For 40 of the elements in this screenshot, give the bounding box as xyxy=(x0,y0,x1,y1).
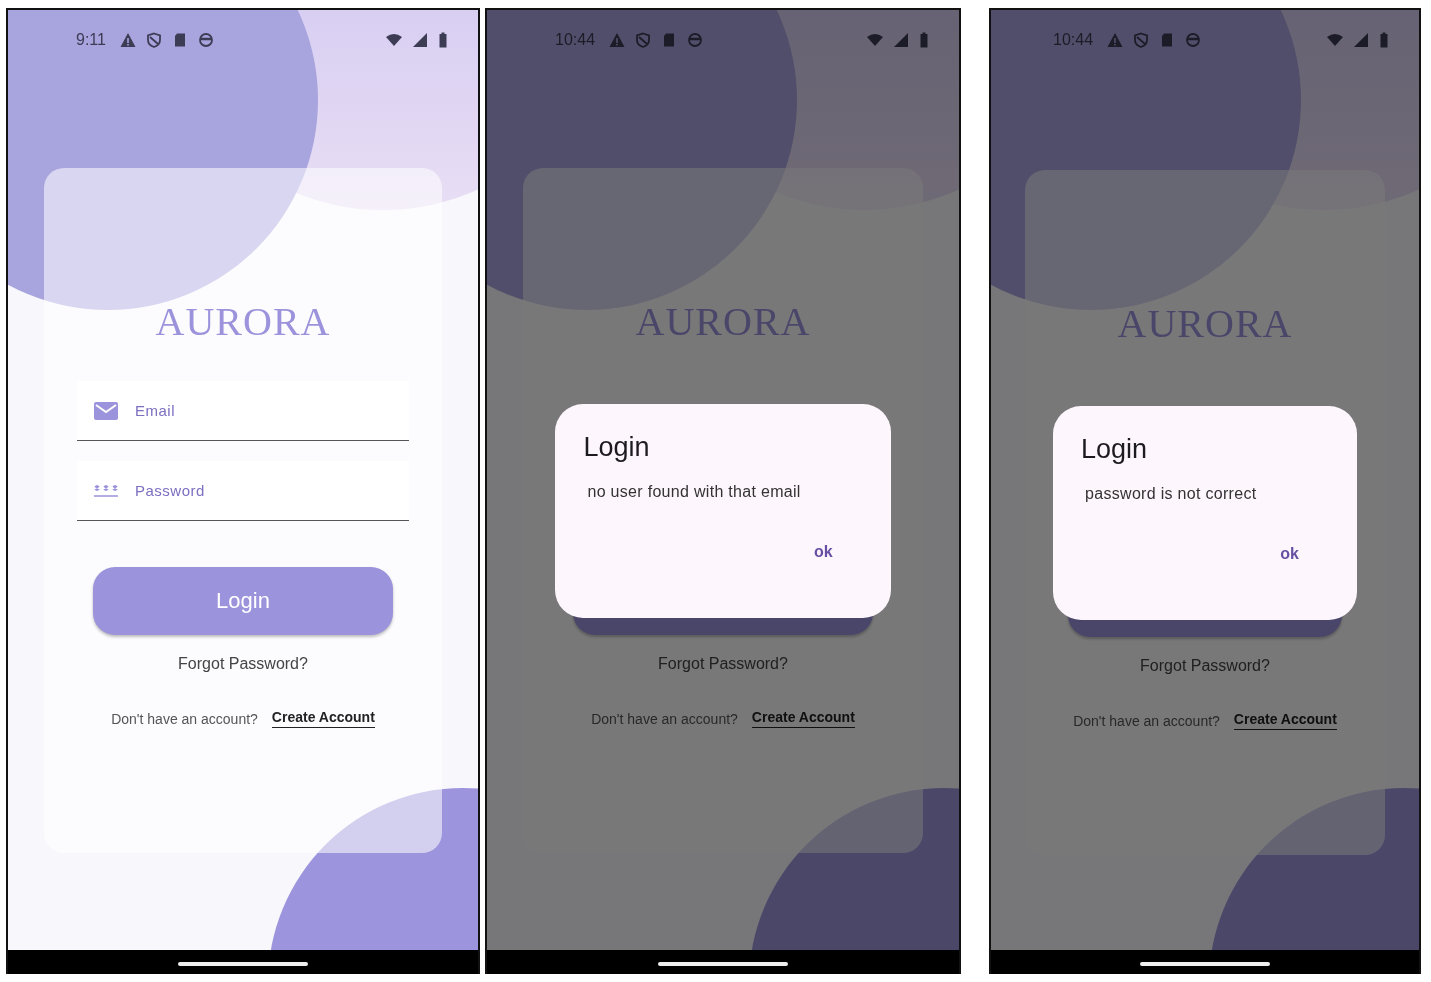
forgot-password-link[interactable]: Forgot Password? xyxy=(178,655,308,673)
wifi-icon xyxy=(1327,32,1343,48)
email-field[interactable]: Email xyxy=(77,381,409,441)
forgot-password-link[interactable]: Forgot Password? xyxy=(658,655,788,673)
signal-icon xyxy=(1353,32,1369,48)
status-time: 9:11 xyxy=(76,31,106,49)
warning-icon xyxy=(1107,32,1124,48)
ok-button[interactable]: ok xyxy=(805,539,863,565)
signup-prompt: Don't have an account? xyxy=(111,710,258,727)
battery-icon xyxy=(919,32,929,48)
login-button[interactable]: Login xyxy=(93,567,393,635)
battery-icon xyxy=(1379,32,1389,48)
wifi-icon xyxy=(386,32,402,48)
signup-prompt: Don't have an account? xyxy=(591,710,738,727)
status-time: 10:44 xyxy=(1053,31,1094,49)
status-time: 10:44 xyxy=(555,31,596,49)
password-field[interactable]: Password xyxy=(77,461,409,521)
shield-icon xyxy=(145,32,162,48)
warning-icon xyxy=(609,32,626,48)
dialog-title: Login xyxy=(1081,434,1149,465)
warning-icon xyxy=(119,32,136,48)
signup-prompt: Don't have an account? xyxy=(1073,712,1220,729)
home-indicator[interactable] xyxy=(658,962,788,966)
signal-icon xyxy=(412,32,428,48)
home-indicator[interactable] xyxy=(178,962,308,966)
dialog-message: no user found with that email xyxy=(586,483,802,501)
shield-icon xyxy=(635,32,652,48)
shield-icon xyxy=(1133,32,1150,48)
battery-icon xyxy=(438,32,448,48)
dialog-message: password is not correct xyxy=(1084,485,1258,503)
home-indicator[interactable] xyxy=(1140,962,1270,966)
create-account-link[interactable]: Create Account xyxy=(1233,711,1337,730)
signal-icon xyxy=(893,32,909,48)
dialog-title: Login xyxy=(583,432,651,463)
create-account-link[interactable]: Create Account xyxy=(751,709,855,728)
forgot-password-link[interactable]: Forgot Password? xyxy=(1140,657,1270,675)
aurora-logo: AURORA xyxy=(155,298,331,345)
create-account-link[interactable]: Create Account xyxy=(271,709,375,728)
wifi-icon xyxy=(867,32,883,48)
ok-button[interactable]: ok xyxy=(1272,541,1329,567)
